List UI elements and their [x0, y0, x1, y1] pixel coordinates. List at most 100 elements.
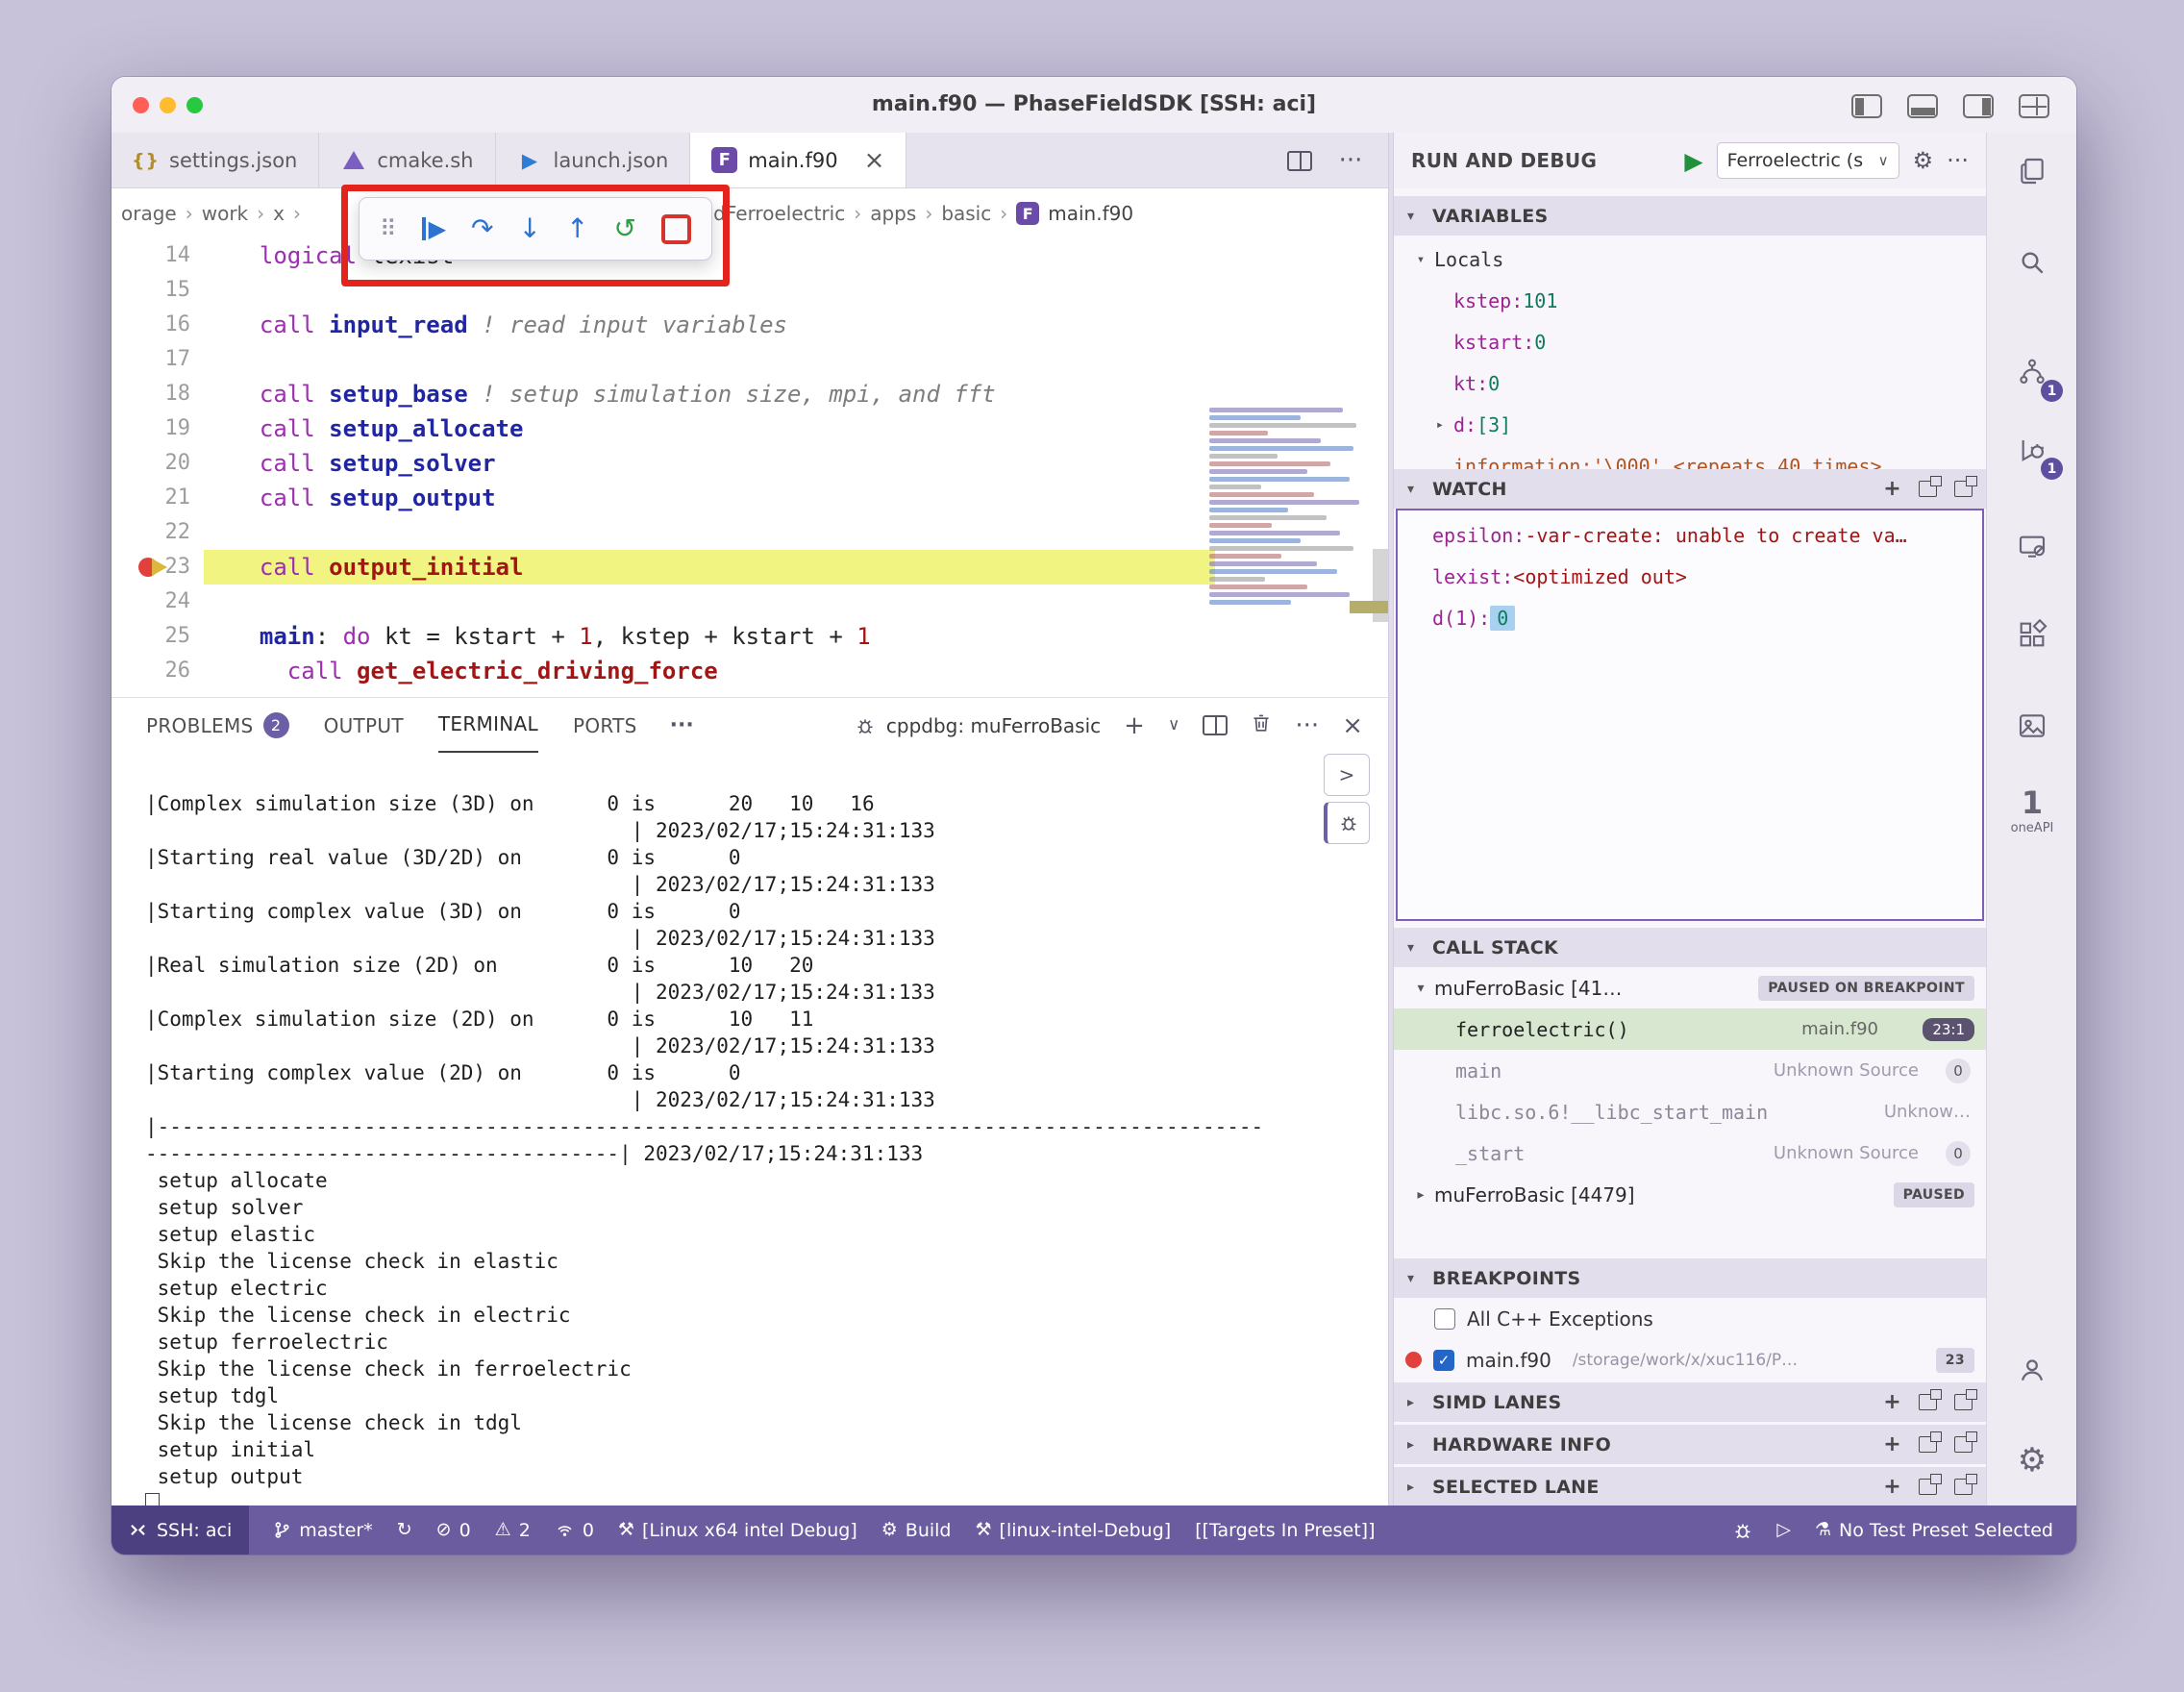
debug-terminal-button[interactable] [1324, 802, 1370, 844]
collapse-all-icon[interactable] [1954, 1394, 1973, 1410]
step-into-button[interactable]: ↓ [519, 215, 541, 242]
tab-launch.json[interactable]: ▶launch.json [496, 133, 691, 187]
collapse-all-icon[interactable] [1954, 481, 1973, 497]
activity-item-settings[interactable]: ⚙ [1987, 1427, 2076, 1494]
debug-more-icon[interactable]: ··· [1947, 147, 1969, 174]
toggle-sidebar-right-icon[interactable] [1963, 94, 1994, 118]
minimap[interactable] [1209, 408, 1373, 623]
watch-row[interactable]: lexist: <optimized out> [1398, 556, 1982, 597]
statusbar-item[interactable]: ⚗No Test Preset Selected [1815, 1520, 2053, 1541]
section-header-selected-lane[interactable]: ▸SELECTED LANE+ [1394, 1467, 1986, 1505]
debug-session-label[interactable]: cppdbg: muFerroBasic [856, 714, 1101, 737]
activity-item-run-debug[interactable]: 1 [1987, 416, 2076, 484]
open-watch-editor-icon[interactable] [1919, 1436, 1937, 1453]
breadcrumb-item[interactable]: orage [121, 202, 177, 225]
watch-row[interactable]: d(1): 0 [1398, 597, 1982, 638]
activity-item-extensions[interactable] [1987, 601, 2076, 668]
start-debugging-button[interactable]: ▶ [1684, 147, 1702, 175]
statusbar-item[interactable] [1733, 1521, 1752, 1540]
activity-item-media[interactable] [1987, 692, 2076, 759]
variables-section-header[interactable]: ▾VARIABLES [1394, 196, 1986, 236]
statusbar-item[interactable]: [[Targets In Preset]] [1195, 1520, 1375, 1541]
remote-indicator[interactable]: SSH: aci [112, 1505, 249, 1555]
editor-more-icon[interactable]: ··· [1339, 146, 1363, 175]
activity-item-account[interactable] [1987, 1336, 2076, 1404]
statusbar-item[interactable]: ▷ [1776, 1521, 1791, 1539]
add-watch-icon[interactable]: + [1883, 1432, 1901, 1456]
breakpoints-section-header[interactable]: ▾BREAKPOINTS [1394, 1258, 1986, 1298]
breakpoint-row[interactable]: All C++ Exceptions [1394, 1298, 1986, 1339]
variables-scope-row[interactable]: ▾Locals [1394, 238, 1986, 280]
drag-handle-icon[interactable]: ⠿ [380, 217, 397, 240]
breadcrumb-item[interactable]: apps [870, 202, 916, 225]
open-watch-editor-icon[interactable] [1919, 1394, 1937, 1410]
callstack-frame-row[interactable]: ferroelectric()main.f9023:1 [1394, 1008, 1986, 1050]
step-over-button[interactable]: ↷ [471, 215, 493, 242]
tab-cmake.sh[interactable]: cmake.sh [319, 133, 495, 187]
statusbar-item[interactable]: ⚙Build [881, 1520, 952, 1541]
debug-config-dropdown[interactable]: Ferroelectric (s ∨ [1717, 142, 1899, 179]
breadcrumb-item[interactable]: basic [941, 202, 991, 225]
kill-terminal-icon[interactable] [1251, 712, 1272, 738]
toggle-panel-icon[interactable] [1907, 94, 1938, 118]
add-watch-icon[interactable]: + [1883, 477, 1901, 501]
section-header-hardware-info[interactable]: ▸HARDWARE INFO+ [1394, 1425, 1986, 1464]
breakpoint-checkbox[interactable]: ✓ [1433, 1350, 1454, 1371]
layout-grid-icon[interactable] [2019, 94, 2049, 118]
panel-tab-PORTS[interactable]: PORTS [573, 699, 637, 752]
new-terminal-icon[interactable]: + [1124, 713, 1145, 738]
panel-more-icon[interactable]: ··· [670, 713, 694, 737]
callstack-frame-row[interactable]: _startUnknown Source0 [1394, 1132, 1986, 1174]
debug-settings-gear-icon[interactable]: ⚙ [1913, 147, 1934, 174]
variable-row[interactable]: kstep: 101 [1394, 280, 1986, 321]
breakpoint-checkbox[interactable] [1434, 1308, 1455, 1330]
tab-settings.json[interactable]: {}settings.json [112, 133, 319, 187]
panel-tab-PROBLEMS[interactable]: PROBLEMS2 [146, 699, 289, 752]
statusbar-item[interactable]: ⊘0 [436, 1520, 471, 1541]
split-terminal-icon[interactable] [1203, 715, 1228, 735]
add-watch-icon[interactable]: + [1883, 1390, 1901, 1414]
callstack-thread-row[interactable]: ▾muFerroBasic [41…PAUSED ON BREAKPOINT [1394, 967, 1986, 1008]
breadcrumb-item[interactable]: x [273, 202, 285, 225]
breadcrumb-item[interactable]: work [202, 202, 248, 225]
open-watch-editor-icon[interactable] [1919, 1479, 1937, 1495]
variable-row[interactable]: kstart: 0 [1394, 321, 1986, 362]
watch-section-header[interactable]: ▾WATCH+ [1394, 469, 1986, 509]
tab-main.f90[interactable]: Fmain.f90× [690, 133, 906, 187]
toggle-sidebar-left-icon[interactable] [1851, 94, 1882, 118]
activity-item-remote[interactable] [1987, 512, 2076, 580]
activity-item-files[interactable] [1987, 137, 2076, 205]
panel-actions-more-icon[interactable]: ··· [1295, 713, 1319, 738]
statusbar-item[interactable]: ⚒[Linux x64 intel Debug] [618, 1520, 857, 1541]
code-editor[interactable]: 14 logical lexist1516 call input_read ! … [112, 238, 1388, 697]
add-watch-icon[interactable]: + [1883, 1475, 1901, 1499]
terminal-output[interactable]: |Complex simulation size (3D) on 0 is 20… [112, 753, 1388, 1505]
collapse-all-icon[interactable] [1954, 1436, 1973, 1453]
activity-item-source-control[interactable]: 1 [1987, 338, 2076, 406]
restart-button[interactable]: ↺ [613, 215, 635, 242]
callstack-thread-row[interactable]: ▸muFerroBasic [4479]PAUSED [1394, 1174, 1986, 1215]
step-out-button[interactable]: ↑ [566, 215, 588, 242]
collapse-all-icon[interactable] [1954, 1479, 1973, 1495]
activity-item-search[interactable] [1987, 229, 2076, 296]
watch-row[interactable]: epsilon: -var-create: unable to create v… [1398, 514, 1982, 556]
callstack-frame-row[interactable]: mainUnknown Source0 [1394, 1050, 1986, 1091]
panel-tab-OUTPUT[interactable]: OUTPUT [324, 699, 404, 752]
variable-row-expandable[interactable]: ▸d: [3] [1394, 404, 1986, 445]
callstack-frame-row[interactable]: libc.so.6!__libc_start_mainUnknow… [1394, 1091, 1986, 1132]
statusbar-item[interactable]: ⚒[linux-intel-Debug] [975, 1520, 1171, 1541]
breakpoint-row[interactable]: ✓main.f90/storage/work/x/xuc116/Ph…23 [1394, 1339, 1986, 1381]
split-editor-icon[interactable] [1287, 151, 1312, 171]
section-header-simd-lanes[interactable]: ▸SIMD LANES+ [1394, 1382, 1986, 1422]
call-stack-section-header[interactable]: ▾CALL STACK [1394, 928, 1986, 967]
close-tab-icon[interactable]: × [864, 146, 885, 175]
statusbar-item[interactable]: ↻ [397, 1521, 412, 1539]
statusbar-item[interactable]: ⚠2 [495, 1520, 531, 1541]
variable-row[interactable]: information: '\000' <repeats 40 times> [1394, 445, 1986, 469]
breadcrumb-file[interactable]: main.f90 [1048, 202, 1133, 225]
open-watch-editor-icon[interactable] [1919, 481, 1937, 497]
terminal-dropdown-icon[interactable]: ∨ [1168, 717, 1179, 734]
continue-button[interactable]: ▶ [422, 217, 446, 240]
close-panel-icon[interactable]: × [1342, 713, 1363, 738]
statusbar-item[interactable]: master* [273, 1520, 373, 1541]
